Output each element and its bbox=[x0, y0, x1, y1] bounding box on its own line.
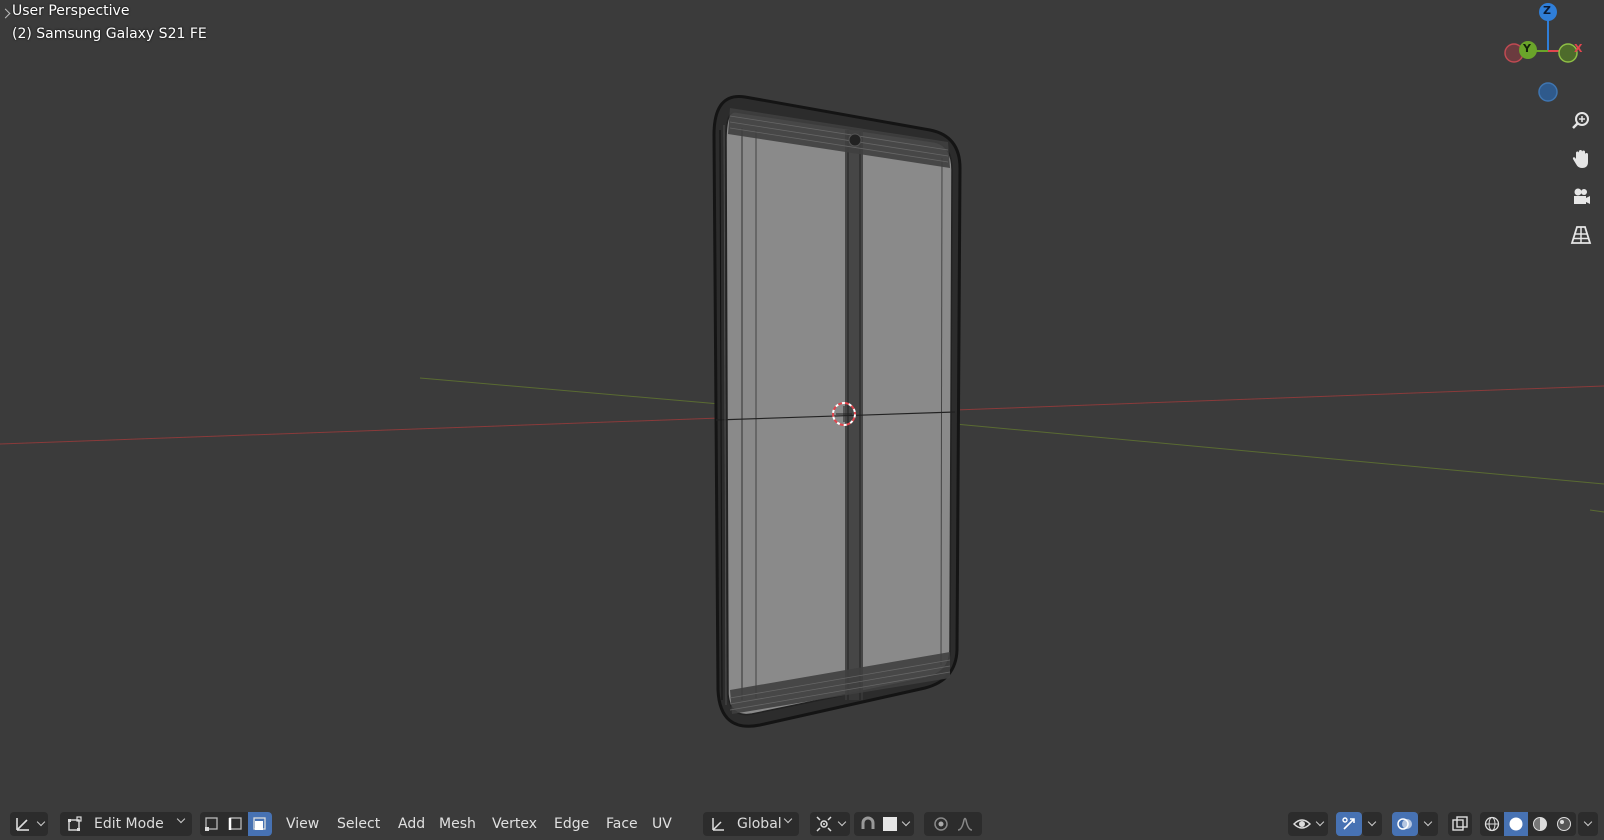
x-axis-line-right bbox=[954, 385, 1604, 411]
falloff-curve-icon bbox=[957, 817, 973, 831]
pivot-icon bbox=[816, 816, 832, 832]
snap-target-icon bbox=[883, 817, 897, 831]
select-mode-group bbox=[200, 812, 272, 836]
menu-face[interactable]: Face bbox=[600, 812, 644, 836]
3d-viewport[interactable]: User Perspective (2) Samsung Galaxy S21 … bbox=[0, 0, 1604, 840]
menu-select[interactable]: Select bbox=[331, 812, 386, 836]
y-axis-line-left bbox=[419, 377, 721, 405]
orientation-label: Global bbox=[737, 816, 782, 832]
orientation-icon bbox=[712, 818, 724, 831]
gizmo-toggle-button[interactable] bbox=[1336, 812, 1362, 836]
shading-dropdown[interactable] bbox=[1578, 812, 1598, 836]
navigation-gizmo bbox=[1504, 3, 1578, 102]
mode-dropdown[interactable]: Edit Mode bbox=[60, 812, 192, 836]
menu-view[interactable]: View bbox=[280, 812, 325, 836]
phone-mesh bbox=[712, 94, 962, 728]
chevron-down-icon bbox=[36, 817, 46, 827]
proportional-icon bbox=[934, 817, 948, 831]
material-shading-icon[interactable] bbox=[1528, 812, 1552, 836]
grid-perspective-icon[interactable] bbox=[1566, 220, 1596, 250]
chevron-down-icon bbox=[1583, 817, 1593, 827]
edit-mode-icon bbox=[68, 816, 82, 831]
zoom-icon[interactable] bbox=[1566, 106, 1596, 136]
wireframe-shading-icon[interactable] bbox=[1480, 812, 1504, 836]
menu-add[interactable]: Add bbox=[392, 812, 431, 836]
chevron-down-icon bbox=[901, 817, 911, 827]
x-axis-line bbox=[0, 417, 721, 445]
view-name-label: User Perspective bbox=[12, 3, 130, 19]
3d-cursor bbox=[832, 402, 856, 426]
chevron-down-icon bbox=[1423, 817, 1433, 827]
vertex-select-icon[interactable] bbox=[200, 812, 224, 836]
edge-select-icon[interactable] bbox=[224, 812, 248, 836]
proportional-editing-button[interactable] bbox=[924, 812, 982, 836]
active-object-label: (2) Samsung Galaxy S21 FE bbox=[12, 26, 207, 42]
chevron-down-icon bbox=[837, 817, 847, 827]
gizmo-axis-y[interactable]: Y bbox=[1523, 42, 1531, 55]
mode-label: Edit Mode bbox=[94, 816, 164, 832]
visibility-selectability-button[interactable] bbox=[1288, 812, 1328, 836]
hand-pan-icon[interactable] bbox=[1566, 144, 1596, 174]
chevron-down-icon bbox=[1367, 817, 1377, 827]
xray-icon bbox=[1452, 816, 1468, 831]
camera-hole bbox=[848, 133, 862, 147]
chevron-down-icon bbox=[176, 814, 186, 824]
scene-canvas bbox=[0, 3, 1604, 728]
eye-icon bbox=[1293, 819, 1311, 829]
camera-icon[interactable] bbox=[1566, 182, 1596, 212]
overlays-icon bbox=[1397, 818, 1412, 830]
editor-type-button[interactable] bbox=[10, 812, 48, 836]
menu-edge[interactable]: Edge bbox=[548, 812, 595, 836]
face-select-icon[interactable] bbox=[248, 812, 272, 836]
magnet-icon bbox=[861, 816, 875, 829]
overlays-toggle-button[interactable] bbox=[1392, 812, 1418, 836]
rendered-shading-icon[interactable] bbox=[1552, 812, 1576, 836]
solid-shading-icon[interactable] bbox=[1504, 812, 1528, 836]
snap-button[interactable] bbox=[854, 812, 914, 836]
overlays-dropdown[interactable] bbox=[1418, 812, 1438, 836]
chevron-down-icon bbox=[783, 814, 793, 824]
y-axis-line bbox=[954, 423, 1604, 485]
gizmo-axis-x[interactable]: X bbox=[1574, 42, 1582, 55]
menu-uv[interactable]: UV bbox=[646, 812, 678, 836]
gizmo-axis-z[interactable]: Z bbox=[1543, 4, 1551, 17]
transform-orientation-dropdown[interactable]: Global bbox=[703, 812, 799, 836]
axis-neg-z-ball bbox=[1538, 82, 1558, 102]
gizmo-icon bbox=[1342, 817, 1355, 830]
pivot-point-button[interactable] bbox=[810, 812, 850, 836]
xray-toggle-button[interactable] bbox=[1448, 812, 1472, 836]
shading-mode-group bbox=[1480, 812, 1576, 836]
menu-vertex[interactable]: Vertex bbox=[486, 812, 543, 836]
gizmo-dropdown[interactable] bbox=[1362, 812, 1382, 836]
menu-mesh[interactable]: Mesh bbox=[433, 812, 482, 836]
chevron-down-icon bbox=[1315, 817, 1325, 827]
axes-icon bbox=[16, 818, 29, 831]
